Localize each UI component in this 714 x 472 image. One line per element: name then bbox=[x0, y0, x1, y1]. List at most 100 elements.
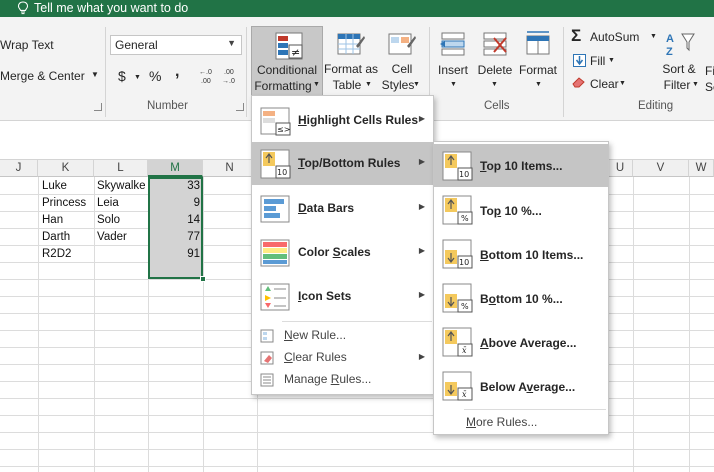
wrap-text-button[interactable]: Wrap Text bbox=[0, 38, 54, 52]
below-average-icon: x̄ bbox=[442, 371, 473, 401]
menu-item-below-average[interactable]: x̄ Below Average... bbox=[434, 364, 608, 408]
cell-value[interactable]: 9 bbox=[150, 195, 200, 211]
svg-text:10: 10 bbox=[459, 170, 469, 179]
menu-item-more-rules[interactable]: More Rules... bbox=[434, 412, 608, 434]
cell-value[interactable]: 77 bbox=[150, 229, 200, 245]
menu-label: Highlight Cells Rules bbox=[298, 113, 419, 127]
svg-text:x̄: x̄ bbox=[462, 346, 467, 355]
conditional-formatting-icon: ≠ bbox=[275, 32, 303, 60]
icon-sets-icon bbox=[260, 283, 290, 311]
chevron-down-icon: ▼ bbox=[608, 57, 615, 64]
cell-value[interactable]: 14 bbox=[150, 212, 200, 228]
cell-last-name[interactable]: Skywalke bbox=[97, 178, 146, 194]
menu-item-bottom-10-percent[interactable]: % Bottom 10 %... bbox=[434, 276, 608, 320]
menu-item-data-bars[interactable]: Data Bars ▶ bbox=[252, 186, 433, 230]
find-select-label-1[interactable]: Fi bbox=[705, 64, 714, 78]
menu-item-icon-sets[interactable]: Icon Sets ▶ bbox=[252, 274, 433, 318]
menu-item-highlight-cells-rules[interactable]: ≤> Highlight Cells Rules ▶ bbox=[252, 98, 433, 142]
chevron-down-icon: ▼ bbox=[650, 33, 657, 40]
column-header-j[interactable]: J bbox=[0, 160, 38, 177]
increase-decimal-icon[interactable]: ←.0 .00 bbox=[198, 67, 218, 85]
cell-first-name[interactable]: Han bbox=[42, 212, 63, 228]
column-header-w[interactable]: W bbox=[689, 160, 714, 177]
menu-item-top-10-percent[interactable]: % Top 10 %... bbox=[434, 188, 608, 232]
menu-item-clear-rules[interactable]: Clear Rules ▶ bbox=[252, 347, 433, 369]
group-separator bbox=[563, 27, 564, 117]
menu-item-color-scales[interactable]: Color Scales ▶ bbox=[252, 230, 433, 274]
menu-item-top-bottom-rules[interactable]: 10 Top/Bottom Rules ▶ bbox=[252, 142, 433, 185]
percent-button[interactable]: % bbox=[149, 68, 161, 84]
fill-button[interactable]: Fill bbox=[590, 54, 605, 68]
cell-first-name[interactable]: R2D2 bbox=[42, 246, 71, 262]
column-header-m[interactable]: M bbox=[148, 160, 203, 177]
svg-text:.00: .00 bbox=[224, 69, 234, 76]
submenu-arrow-icon: ▶ bbox=[418, 290, 425, 299]
menu-item-bottom-10-items[interactable]: 10 Bottom 10 Items... bbox=[434, 232, 608, 276]
sort-filter-label-1: Sort & bbox=[662, 62, 696, 76]
menu-item-new-rule[interactable]: New Rule... bbox=[252, 325, 433, 347]
find-select-label-2[interactable]: Se bbox=[705, 80, 714, 94]
comma-style-button[interactable]: , bbox=[175, 63, 179, 81]
number-launcher-icon[interactable] bbox=[236, 103, 244, 111]
submenu-arrow-icon: ▶ bbox=[418, 157, 425, 166]
tell-me-bar[interactable]: Tell me what you want to do bbox=[0, 0, 714, 17]
chevron-down-icon: ▼ bbox=[692, 81, 699, 88]
column-header-k[interactable]: K bbox=[38, 160, 94, 177]
cell-last-name[interactable]: Leia bbox=[97, 195, 119, 211]
menu-label: Above Average... bbox=[480, 336, 577, 350]
gridline bbox=[38, 177, 39, 472]
gridline bbox=[633, 177, 634, 472]
column-header-n[interactable]: N bbox=[203, 160, 257, 177]
menu-label: Top 10 %... bbox=[480, 204, 542, 218]
insert-cells-icon bbox=[440, 32, 465, 56]
top-10-percent-icon: % bbox=[442, 195, 473, 225]
column-header-u[interactable]: U bbox=[608, 160, 633, 177]
menu-item-top-10-items[interactable]: 10 Top 10 Items... bbox=[434, 144, 608, 187]
top-bottom-submenu: 10 Top 10 Items... % Top 10 %... 10 Bott… bbox=[433, 141, 609, 435]
chevron-down-icon: ▼ bbox=[413, 81, 420, 88]
cell-last-name[interactable]: Solo bbox=[97, 212, 120, 228]
autosum-icon[interactable]: Σ bbox=[571, 26, 581, 46]
number-format-value: General bbox=[115, 38, 158, 52]
currency-dropdown-icon[interactable]: ▼ bbox=[134, 74, 141, 81]
alignment-launcher-icon[interactable] bbox=[94, 103, 102, 111]
group-separator bbox=[105, 27, 106, 117]
merge-center-button[interactable]: Merge & Center bbox=[0, 69, 85, 83]
svg-text:A: A bbox=[666, 33, 674, 45]
cell-first-name[interactable]: Princess bbox=[42, 195, 86, 211]
menu-item-above-average[interactable]: x̄ Above Average... bbox=[434, 320, 608, 364]
cell-first-name[interactable]: Luke bbox=[42, 178, 67, 194]
menu-separator bbox=[282, 321, 432, 322]
gridline bbox=[689, 177, 690, 472]
color-scales-icon bbox=[260, 239, 290, 267]
fill-handle[interactable] bbox=[200, 276, 206, 282]
currency-button[interactable]: $ bbox=[118, 68, 126, 84]
fill-down-icon[interactable] bbox=[573, 54, 586, 67]
eraser-icon[interactable] bbox=[572, 76, 586, 88]
column-header-v[interactable]: V bbox=[633, 160, 689, 177]
gridline bbox=[0, 449, 714, 450]
cell-last-name[interactable]: Vader bbox=[97, 229, 127, 245]
autosum-button[interactable]: AutoSum bbox=[590, 30, 639, 44]
decrease-decimal-icon[interactable]: .00 →.0 bbox=[221, 67, 241, 85]
menu-label: More Rules... bbox=[466, 415, 538, 429]
clear-button[interactable]: Clear bbox=[590, 77, 619, 91]
conditional-formatting-menu: ≤> Highlight Cells Rules ▶ 10 Top/Bottom… bbox=[251, 95, 434, 395]
menu-item-manage-rules[interactable]: Manage Rules... bbox=[252, 369, 433, 391]
cell-styles-label-1: Cell bbox=[391, 62, 413, 76]
conditional-formatting-label-2: Formatting bbox=[254, 79, 312, 93]
number-format-select[interactable]: General ▼ bbox=[110, 35, 242, 55]
chevron-down-icon: ▼ bbox=[227, 38, 236, 48]
delete-cells-icon bbox=[483, 32, 507, 56]
merge-dropdown-icon[interactable]: ▼ bbox=[91, 70, 99, 79]
submenu-arrow-icon: ▶ bbox=[418, 202, 425, 211]
cell-value[interactable]: 91 bbox=[150, 246, 200, 262]
sort-filter-icon: A Z bbox=[666, 33, 695, 58]
chevron-down-icon: ▼ bbox=[535, 81, 542, 88]
column-header-l[interactable]: L bbox=[94, 160, 148, 177]
menu-label: Color Scales bbox=[298, 245, 371, 259]
insert-label: Insert bbox=[437, 63, 468, 77]
cell-value[interactable]: 33 bbox=[150, 178, 200, 194]
cell-first-name[interactable]: Darth bbox=[42, 229, 70, 245]
bottom-10-percent-icon: % bbox=[442, 283, 473, 313]
